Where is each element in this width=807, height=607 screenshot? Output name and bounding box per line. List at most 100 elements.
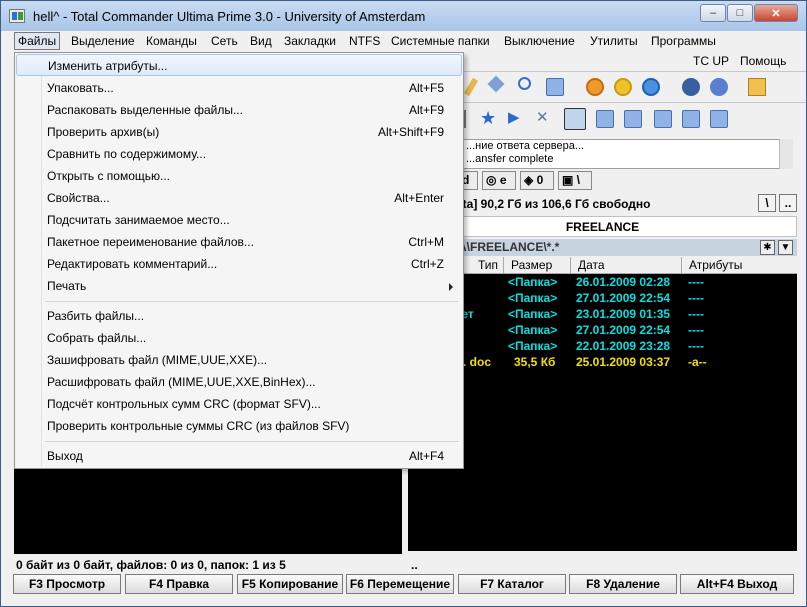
file-row[interactable]: <Папка> 26.01.2009 02:28 ---- <box>408 274 797 290</box>
folder-split-icon[interactable] <box>654 110 672 128</box>
menu-bookmarks[interactable]: Закладки <box>284 34 336 48</box>
menu-item-change-attributes[interactable]: Изменить атрибуты... <box>16 54 462 76</box>
drive-root-label: \ <box>576 173 581 187</box>
right-file-list[interactable]: <Папка> 26.01.2009 02:28 ---- <Папка> 27… <box>408 274 797 551</box>
f3-view-button[interactable]: F3 Просмотр <box>13 574 121 594</box>
file-row[interactable]: иет <Папка> 23.01.2009 01:35 ---- <box>408 306 797 322</box>
root-dir-button[interactable]: \ <box>758 194 776 212</box>
menu-item-split-file[interactable]: Разбить файлы... <box>16 305 462 327</box>
folder-window-icon[interactable] <box>546 78 564 96</box>
menu-network[interactable]: Сеть <box>211 34 238 48</box>
f5-copy-button[interactable]: F5 Копирование <box>237 574 343 594</box>
menu-item-exit[interactable]: Выход Alt+F4 <box>16 445 462 467</box>
menu-item-pack[interactable]: Упаковать... Alt+F5 <box>16 77 462 99</box>
folder-blue-icon[interactable] <box>596 110 614 128</box>
close-icon: ✕ <box>771 7 781 20</box>
file-row[interactable]: <Папка> 27.01.2009 22:54 ---- <box>408 290 797 306</box>
menu-item-calc-space[interactable]: Подсчитать занимаемое место... <box>16 209 462 231</box>
menu-commands[interactable]: Команды <box>146 34 197 48</box>
folder-sync-icon[interactable] <box>682 110 700 128</box>
menu-item-shortcut: Alt+F4 <box>408 449 444 463</box>
close-button[interactable]: ✕ <box>754 4 798 22</box>
f7-mkdir-button[interactable]: F7 Каталог <box>458 574 566 594</box>
gear-orange-icon[interactable] <box>586 78 604 96</box>
globe-icon[interactable] <box>682 78 700 96</box>
menu-tc-up[interactable]: TC UP <box>693 54 729 68</box>
drive-e-label: e <box>499 173 507 187</box>
toolbar-bottom: ★ ▶ ✕ <box>456 105 806 133</box>
drive-root-button[interactable]: ▣ \ <box>558 171 592 190</box>
menu-help[interactable]: Помощь <box>740 54 786 68</box>
file-attrs: ---- <box>688 291 704 305</box>
menu-item-open-with[interactable]: Открыть с помощью... <box>16 165 462 187</box>
menu-item-combine-files[interactable]: Собрать файлы... <box>16 327 462 349</box>
file-attrs: ---- <box>688 323 704 337</box>
drive-bar: d ◎ e ◈ 0 ▣ \ <box>456 171 806 191</box>
menu-item-unpack[interactable]: Распаковать выделенные файлы... Alt+F9 <box>16 99 462 121</box>
menu-separator <box>45 441 459 442</box>
tag-icon[interactable] <box>487 75 505 93</box>
menu-item-print[interactable]: Печать <box>16 275 462 297</box>
folder-copy-icon[interactable] <box>624 110 642 128</box>
network-globe-icon[interactable] <box>710 78 728 96</box>
menu-item-label: Расшифровать файл (MIME,UUE,XXE,BinHex).… <box>47 375 316 389</box>
menu-programs[interactable]: Программы <box>651 34 716 48</box>
file-row[interactable]: <Папка> 22.01.2009 23:28 ---- <box>408 338 797 354</box>
menu-utilities[interactable]: Утилиты <box>590 34 638 48</box>
menu-item-test-archive[interactable]: Проверить архив(ы) Alt+Shift+F9 <box>16 121 462 143</box>
menu-item-edit-comment[interactable]: Редактировать комментарий... Ctrl+Z <box>16 253 462 275</box>
parent-dir-button[interactable]: .. <box>779 194 797 212</box>
menu-item-label: Упаковать... <box>47 81 114 95</box>
menu-shutdown[interactable]: Выключение <box>504 34 575 48</box>
column-date[interactable]: Дата <box>578 258 605 272</box>
panel-tab-title[interactable]: FREELANCE <box>408 216 797 237</box>
file-row[interactable]: . doc 35,5 Кб 25.01.2009 03:37 -a-- <box>408 354 797 370</box>
file-row[interactable]: <Папка> 27.01.2009 22:54 ---- <box>408 322 797 338</box>
minimize-button[interactable]: – <box>700 4 726 22</box>
play-icon[interactable]: ▶ <box>508 109 526 127</box>
maximize-button[interactable]: □ <box>727 4 753 22</box>
folder-compare-icon[interactable] <box>710 110 728 128</box>
menu-ntfs[interactable]: NTFS <box>349 34 380 48</box>
file-size: <Папка> <box>508 323 558 337</box>
panel-path[interactable]: A\FREELANCE\*.* <box>408 239 797 256</box>
menu-files[interactable]: Файлы <box>14 32 61 50</box>
menu-item-shortcut: Alt+Enter <box>394 191 444 205</box>
drive-e-button[interactable]: ◎ e <box>482 171 516 190</box>
column-attributes[interactable]: Атрибуты <box>689 258 742 272</box>
drive-panel-icon[interactable] <box>564 108 586 130</box>
delete-x-icon[interactable]: ✕ <box>536 109 554 127</box>
drive-0-button[interactable]: ◈ 0 <box>520 171 554 190</box>
gears-icon[interactable] <box>614 78 632 96</box>
column-header: Тип Размер Дата Атрибуты <box>408 257 797 274</box>
file-name: . doc <box>463 355 492 369</box>
menu-system-folders[interactable]: Системные папки <box>391 34 490 48</box>
search-icon[interactable] <box>518 77 531 90</box>
menu-view[interactable]: Вид <box>250 34 272 48</box>
minimize-icon: – <box>709 7 717 19</box>
edit-pencil-icon[interactable] <box>463 77 479 97</box>
f6-move-button[interactable]: F6 Перемещение <box>346 574 454 594</box>
menu-item-encode-file[interactable]: Зашифровать файл (MIME,UUE,XXE)... <box>16 349 462 371</box>
f8-delete-button[interactable]: F8 Удаление <box>569 574 677 594</box>
menu-item-decode-file[interactable]: Расшифровать файл (MIME,UUE,XXE,BinHex).… <box>16 371 462 393</box>
left-file-list[interactable] <box>14 469 402 554</box>
menu-item-properties[interactable]: Свойства... Alt+Enter <box>16 187 462 209</box>
settings-icon[interactable] <box>642 78 660 96</box>
alt-f4-exit-button[interactable]: Alt+F4 Выход <box>680 574 794 594</box>
package-icon[interactable] <box>748 78 766 96</box>
f4-edit-button[interactable]: F4 Правка <box>125 574 233 594</box>
menu-selection[interactable]: Выделение <box>71 34 135 48</box>
menu-item-create-crc[interactable]: Подсчёт контрольных сумм CRC (формат SFV… <box>16 393 462 415</box>
menu-item-multi-rename[interactable]: Пакетное переименование файлов... Ctrl+M <box>16 231 462 253</box>
menu-item-compare-content[interactable]: Сравнить по содержимому... <box>16 143 462 165</box>
file-size: <Папка> <box>508 339 558 353</box>
star-icon[interactable]: ★ <box>480 109 498 127</box>
column-type[interactable]: Тип <box>478 258 498 272</box>
ftp-log-scrollbar[interactable] <box>779 139 793 169</box>
path-dropdown-button[interactable]: ▼ <box>778 240 793 255</box>
drive-icon: ◎ <box>486 173 500 187</box>
history-star-button[interactable]: ✱ <box>760 240 775 255</box>
menu-item-verify-crc[interactable]: Проверить контрольные суммы CRC (из файл… <box>16 415 462 437</box>
column-size[interactable]: Размер <box>511 258 552 272</box>
